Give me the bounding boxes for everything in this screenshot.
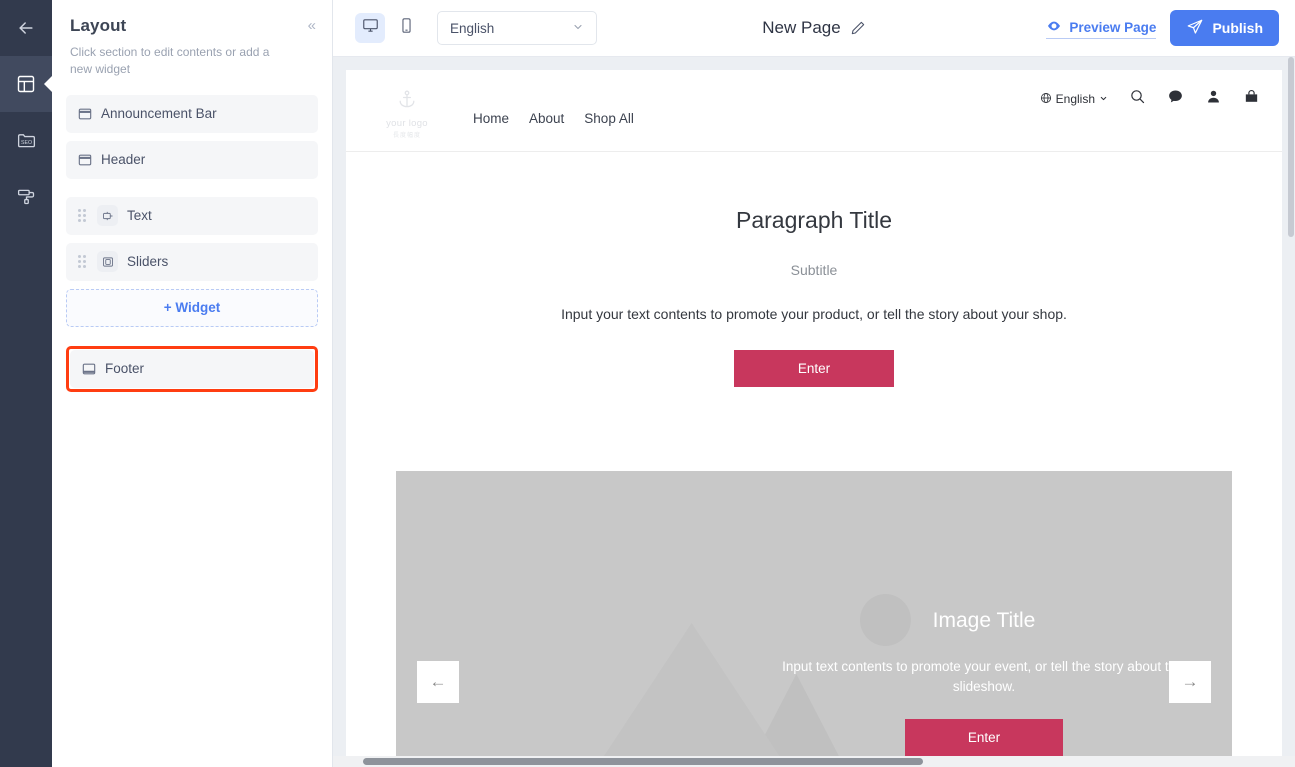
- drag-handle-icon[interactable]: [78, 255, 86, 269]
- arrow-left-icon: [16, 18, 36, 38]
- paragraph-body: Input your text contents to promote your…: [561, 306, 1067, 322]
- vertical-scrollbar[interactable]: [1287, 57, 1295, 756]
- window-bottom-icon: [82, 362, 96, 376]
- window-top-icon: [78, 107, 92, 121]
- site-language-switcher[interactable]: English: [1040, 92, 1108, 107]
- layout-panel-header: Layout « Click section to edit contents …: [52, 0, 332, 79]
- collapse-panel-button[interactable]: «: [308, 18, 316, 33]
- slide-enter-button[interactable]: Enter: [905, 719, 1063, 757]
- site-nav: Home About Shop All: [473, 95, 634, 126]
- globe-icon: [1040, 92, 1052, 107]
- horizontal-scrollbar[interactable]: [333, 756, 1295, 767]
- slider-prev-button[interactable]: ←: [417, 661, 459, 703]
- window-top-icon: [78, 153, 92, 167]
- page-title: Layout: [70, 16, 127, 35]
- slide-title: Image Title: [932, 609, 1036, 632]
- sliders-widget-icon: [97, 251, 118, 273]
- sidebar-item-sliders[interactable]: Sliders: [66, 242, 318, 281]
- rail-item-design[interactable]: [0, 168, 52, 224]
- text-widget-icon: [97, 205, 118, 227]
- sidebar-item-label: Text: [127, 208, 152, 224]
- paragraph-subtitle: Subtitle: [790, 262, 838, 278]
- site-nav-shop-all[interactable]: Shop All: [584, 111, 634, 126]
- site-header[interactable]: your logo 長度幅度 Home About Shop All Engli…: [346, 70, 1282, 152]
- svg-text:SEO: SEO: [20, 140, 31, 146]
- page-builder-app: SEO Layout « Click section to edit conte…: [0, 0, 1295, 767]
- language-select[interactable]: English: [437, 11, 597, 45]
- paint-roller-icon: [16, 186, 37, 207]
- sidebar-item-announcement-bar[interactable]: Announcement Bar: [66, 94, 318, 133]
- add-widget-button[interactable]: + Widget: [66, 288, 318, 327]
- site-nav-home[interactable]: Home: [473, 111, 509, 126]
- widget-paragraph[interactable]: Paragraph Title Subtitle Input your text…: [346, 152, 1282, 387]
- slider-next-button[interactable]: →: [1169, 661, 1211, 703]
- slide-body: Input text contents to promote your even…: [782, 659, 1186, 694]
- horizontal-scrollbar-thumb[interactable]: [363, 758, 923, 765]
- site-nav-about[interactable]: About: [529, 111, 564, 126]
- phone-icon: [398, 17, 415, 39]
- section-list: Announcement Bar Header Text Sliders + W…: [52, 79, 332, 392]
- sidebar-item-footer[interactable]: Footer: [70, 349, 314, 388]
- eye-icon: [1046, 18, 1062, 37]
- preview-page-label: Preview Page: [1069, 19, 1157, 35]
- sidebar-item-header[interactable]: Header: [66, 140, 318, 179]
- chevron-down-icon: [1099, 92, 1108, 106]
- pencil-icon[interactable]: [850, 20, 866, 36]
- paragraph-title: Paragraph Title: [736, 207, 892, 233]
- site-header-tools: English: [1040, 88, 1260, 110]
- slide-copy: Image Title Input text contents to promo…: [764, 471, 1204, 757]
- layout-panel-subtitle: Click section to edit contents or add a …: [70, 45, 270, 77]
- monitor-icon: [362, 17, 379, 39]
- search-icon[interactable]: [1129, 88, 1146, 110]
- sidebar-item-label: Footer: [105, 361, 145, 377]
- top-actions: Preview Page Publish: [1046, 10, 1279, 46]
- rail-item-seo[interactable]: SEO: [0, 112, 52, 168]
- chat-bubble-icon[interactable]: [1167, 88, 1184, 110]
- preview-page-button[interactable]: Preview Page: [1046, 18, 1157, 39]
- footer-highlight-box: Footer: [66, 345, 318, 392]
- seo-folder-icon: SEO: [16, 130, 37, 151]
- publish-button[interactable]: Publish: [1170, 10, 1279, 46]
- device-desktop-button[interactable]: [355, 13, 385, 43]
- shopping-bag-icon[interactable]: [1243, 88, 1260, 110]
- device-toggle-group: [355, 13, 421, 43]
- back-button[interactable]: [0, 0, 52, 56]
- current-page-title: New Page: [762, 18, 841, 37]
- sidebar-item-text[interactable]: Text: [66, 196, 318, 235]
- site-language-label: English: [1055, 92, 1095, 106]
- rail-item-layout[interactable]: [0, 56, 52, 112]
- drag-handle-icon[interactable]: [78, 209, 86, 223]
- icon-rail: SEO: [0, 0, 52, 767]
- sidebar-item-label: Announcement Bar: [101, 106, 217, 122]
- language-select-value: English: [450, 20, 495, 36]
- top-toolbar: English New Page Preview Page Publish: [333, 0, 1295, 57]
- paper-plane-icon: [1186, 18, 1204, 39]
- device-mobile-button[interactable]: [391, 13, 421, 43]
- preview-canvas: your logo 長度幅度 Home About Shop All Engli…: [333, 57, 1295, 767]
- layout-panel: Layout « Click section to edit contents …: [52, 0, 333, 767]
- sidebar-item-label: Sliders: [127, 254, 169, 270]
- site-logo-text: your logo: [386, 117, 428, 129]
- widget-sliders[interactable]: Image Title Input text contents to promo…: [396, 471, 1232, 767]
- anchor-icon: [396, 89, 418, 116]
- paragraph-enter-button[interactable]: Enter: [734, 350, 894, 387]
- sidebar-item-label: Header: [101, 152, 146, 168]
- site-preview: your logo 長度幅度 Home About Shop All Engli…: [346, 70, 1282, 767]
- site-logo-subtext: 長度幅度: [392, 132, 421, 139]
- chevron-down-icon: [572, 21, 584, 36]
- person-icon[interactable]: [1205, 88, 1222, 110]
- site-logo[interactable]: your logo 長度幅度: [368, 83, 446, 139]
- layout-icon: [16, 74, 36, 94]
- publish-label: Publish: [1212, 20, 1263, 36]
- vertical-scrollbar-thumb[interactable]: [1288, 57, 1294, 237]
